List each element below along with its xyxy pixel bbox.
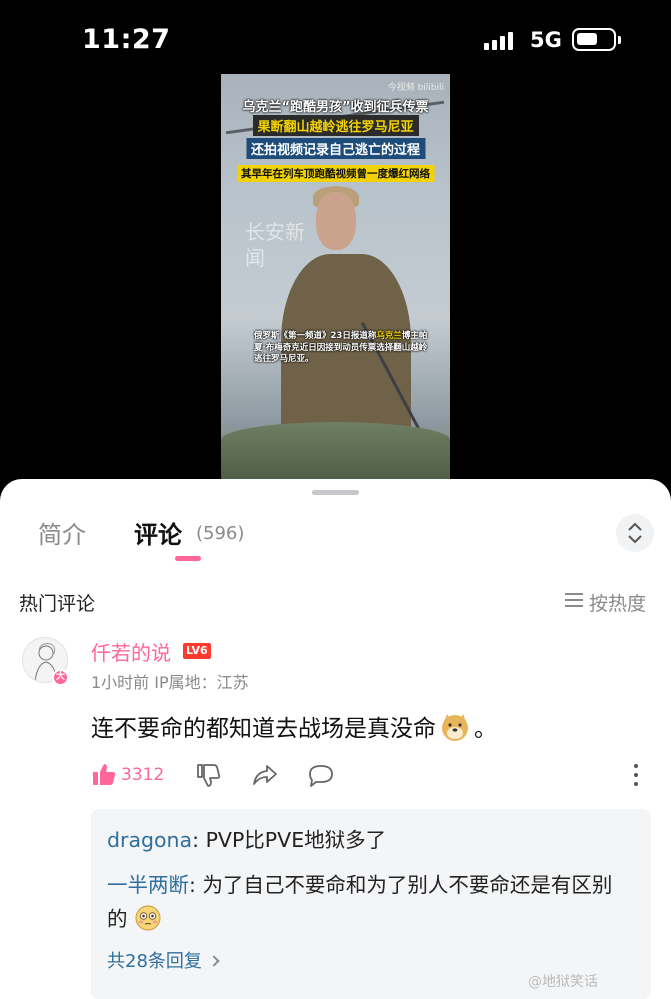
collapse-button[interactable]	[616, 514, 654, 552]
video-watermark-top: 今视频 bilibili	[387, 83, 444, 93]
tab-comments[interactable]: 评论	[134, 515, 182, 550]
video-caption-2: 果断翻山越岭逃往罗马尼亚	[252, 115, 419, 136]
tab-intro[interactable]: 简介	[38, 515, 86, 550]
user-badge: 大	[52, 669, 69, 686]
sort-by-hot-button[interactable]: 按热度	[589, 589, 646, 616]
doge-emoji-icon	[442, 714, 468, 741]
comment-sheet: 简介 评论 (596) 热门评论 按热度 大 仟若的说 LV6 1小时前 IP属…	[0, 479, 671, 999]
video-subtitle: 俄罗斯《第一频道》23日报道称乌克兰博主帕夏·布梅奇克近日因接到动员传票选择翻山…	[254, 331, 428, 364]
view-all-replies-link[interactable]: 共28条回复	[107, 947, 220, 973]
comment-meta: 1小时前 IP属地：江苏	[91, 673, 249, 692]
status-time: 11:27	[82, 24, 171, 55]
video-scene-hills	[221, 422, 450, 482]
video-caption-4: 其早年在列车顶跑酷视频曾一度爆红网络	[237, 165, 434, 182]
sort-list-icon[interactable]	[565, 592, 583, 608]
corner-watermark: @地狱笑话	[528, 974, 598, 990]
video-caption-3: 还拍视频记录自己逃亡的过程	[245, 138, 426, 159]
battery-cap	[618, 36, 621, 44]
reply-username[interactable]: dragona	[107, 828, 192, 852]
comment-actions: 3312	[91, 762, 651, 792]
user-level-badge: LV6	[183, 643, 211, 659]
signal-icon	[484, 32, 518, 50]
flushed-face-emoji-icon	[135, 905, 161, 931]
reply-item: 一半两断: 为了自己不要命和为了别人不要命还是有区别的	[107, 873, 613, 931]
thumbs-down-icon[interactable]	[195, 762, 221, 788]
network-type: 5G	[530, 28, 562, 52]
reply-item: dragona: PVP比PVE地狱多了	[107, 828, 387, 852]
reply-username[interactable]: 一半两断	[107, 873, 189, 897]
chevron-up-down-icon	[628, 522, 642, 544]
like-count: 3312	[121, 765, 165, 785]
video-player[interactable]: 今视频 bilibili 乌克兰“跑酷男孩”收到征兵传票 果断翻山越岭逃往罗马尼…	[221, 74, 450, 482]
more-options-icon[interactable]	[633, 764, 639, 788]
comment-count: (596)	[196, 523, 245, 544]
share-icon[interactable]	[251, 762, 279, 788]
battery-icon	[572, 28, 616, 51]
comment-username[interactable]: 仟若的说	[91, 637, 171, 666]
reply-bubble-icon[interactable]	[307, 762, 335, 788]
chevron-right-icon	[208, 955, 220, 967]
video-caption-1: 乌克兰“跑酷男孩”收到征兵传票	[242, 100, 429, 115]
status-bar: 11:27 5G	[0, 0, 671, 80]
thumbs-up-icon[interactable]	[91, 762, 117, 788]
hot-comments-title: 热门评论	[19, 593, 96, 615]
sheet-grabber[interactable]	[312, 490, 359, 495]
video-watermark-center: 长安新闻	[245, 220, 305, 270]
comment-text: 连不要命的都知道去战场是真没命 。	[91, 709, 497, 743]
tab-active-indicator	[175, 556, 201, 561]
